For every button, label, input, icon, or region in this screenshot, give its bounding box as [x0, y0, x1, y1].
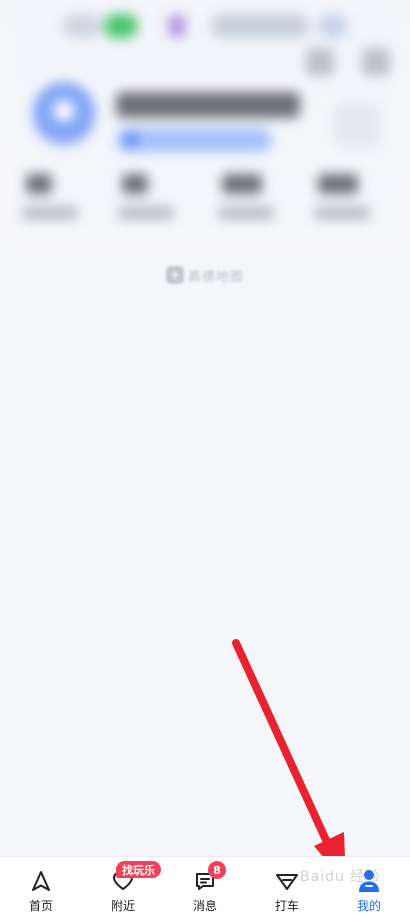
app-screen: ✈ 高德地图 首页 附近 找玩乐 消息 8 打车 我的 Baidu 经验	[0, 0, 410, 914]
navigation-arrow-icon	[27, 867, 55, 895]
tab-messages[interactable]: 消息 8	[164, 857, 246, 914]
image-watermark: Baidu 经验	[300, 869, 381, 885]
scan-icon[interactable]	[306, 48, 334, 76]
level-icon	[124, 133, 138, 147]
tab-label: 首页	[28, 899, 53, 913]
brand-logo-icon: ✈	[166, 266, 184, 284]
taxi-flag-icon	[273, 867, 301, 895]
tab-label: 打车	[274, 899, 299, 913]
promo-badge: 找玩乐	[116, 861, 161, 878]
stat-item[interactable]	[310, 172, 382, 226]
status-bar-item	[168, 14, 186, 38]
tab-label: 附近	[110, 899, 135, 913]
stat-item[interactable]	[18, 172, 90, 226]
status-bar-item	[318, 14, 348, 38]
unread-count-badge: 8	[208, 861, 226, 879]
blurred-profile-header	[0, 0, 410, 240]
profile-side-card[interactable]	[334, 102, 380, 148]
status-bar-item	[62, 14, 102, 38]
user-level-tag[interactable]	[116, 128, 272, 152]
brand-watermark: ✈ 高德地图	[166, 265, 244, 285]
tab-home[interactable]: 首页	[0, 857, 82, 914]
tab-label: 消息	[192, 899, 217, 913]
stat-item[interactable]	[214, 172, 286, 226]
tab-nearby[interactable]: 附近 找玩乐	[82, 857, 164, 914]
status-bar-item	[104, 14, 138, 38]
brand-name: 高德地图	[188, 269, 245, 285]
status-bar-item	[210, 14, 310, 38]
user-name	[116, 92, 300, 118]
settings-icon[interactable]	[362, 48, 390, 76]
tab-label: 我的	[356, 899, 381, 913]
stat-item[interactable]	[114, 172, 186, 226]
avatar[interactable]	[32, 82, 96, 146]
